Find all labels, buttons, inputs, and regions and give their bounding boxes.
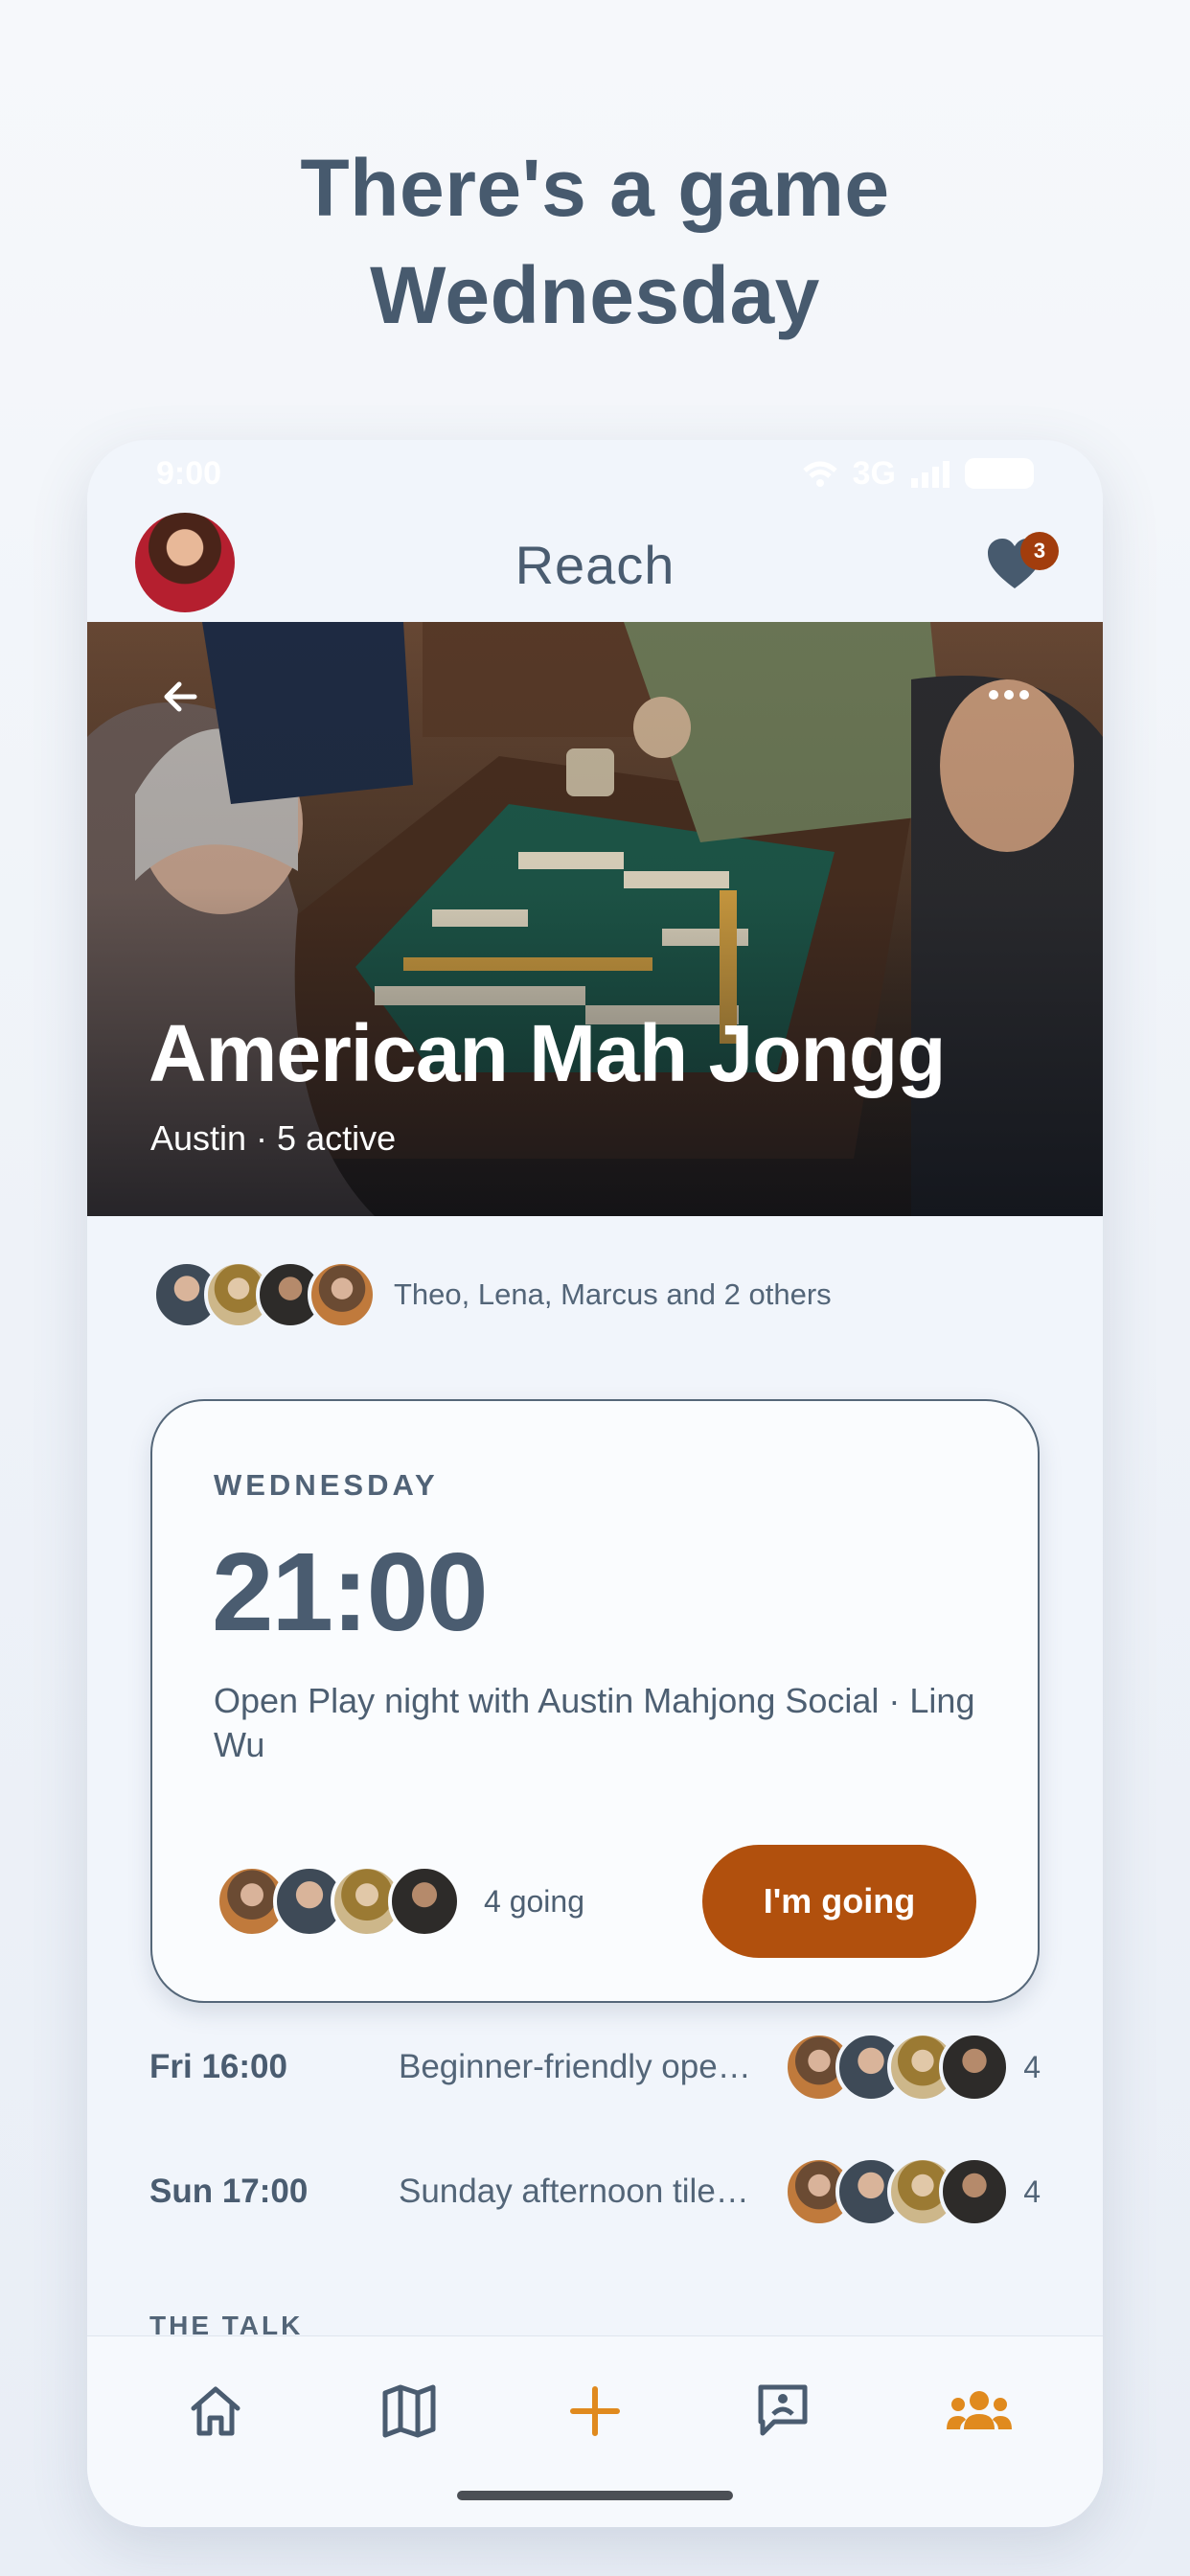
more-horizontal-icon: [989, 690, 1029, 700]
avatar: [939, 2032, 1010, 2103]
event-description: Open Play night with Austin Mahjong Soci…: [214, 1681, 975, 1764]
status-bar: 9:00 3G: [87, 440, 1103, 507]
im-going-button[interactable]: I'm going: [702, 1845, 976, 1958]
more-options-button[interactable]: [984, 678, 1034, 712]
notification-badge: 3: [1020, 532, 1059, 570]
session-attendee-count: 4: [1023, 2049, 1041, 2084]
home-indicator: [457, 2491, 733, 2500]
session-attendee-count: 4: [1023, 2174, 1041, 2209]
group-hero: American Mah Jongg Austin · 5 active: [87, 622, 1103, 1216]
going-count: 4 going: [484, 1883, 584, 1919]
wifi-icon: [802, 461, 837, 487]
tab-groups[interactable]: [945, 2377, 1014, 2446]
tab-messages[interactable]: [748, 2377, 817, 2446]
session-day: Fri 16:00: [149, 2048, 287, 2085]
plus-icon: [570, 2386, 620, 2436]
profile-avatar[interactable]: [135, 513, 235, 612]
member-avatar-stack: [152, 1260, 377, 1329]
headline-line-2: Wednesday: [370, 250, 820, 340]
session-row[interactable]: Fri 16:00 Beginner-friendly ope… 4: [149, 2029, 1041, 2105]
event-time: 21:00: [212, 1530, 489, 1654]
network-type: 3G: [852, 454, 896, 492]
phone-frame: 9:00 3G Reach 3 American Mah Jongg Austi…: [87, 440, 1103, 2527]
back-button[interactable]: [156, 672, 206, 722]
signal-icon: [911, 461, 950, 488]
home-icon: [191, 2386, 240, 2436]
tab-bar: [87, 2335, 1103, 2527]
tab-home[interactable]: [181, 2377, 250, 2446]
chat-icon: [758, 2384, 808, 2436]
avatar: [939, 2156, 1010, 2227]
attendee-avatar-stack: [216, 1865, 461, 1938]
session-avatar-stack: [784, 2156, 1010, 2227]
status-time: 9:00: [156, 454, 222, 492]
members-row[interactable]: Theo, Lena, Marcus and 2 others: [152, 1259, 832, 1330]
session-row[interactable]: Sun 17:00 Sunday afternoon tile… 4: [149, 2153, 1041, 2230]
session-avatar-stack: [784, 2032, 1010, 2103]
next-event-card[interactable]: WEDNESDAY 21:00 Open Play night with Aus…: [150, 1399, 1040, 2003]
battery-icon: [965, 458, 1034, 489]
members-summary: Theo, Lena, Marcus and 2 others: [394, 1277, 832, 1311]
promo-headline: There's a game Wednesday: [0, 134, 1190, 349]
session-title: Sunday afternoon tile…: [399, 2173, 749, 2210]
avatar: [388, 1865, 461, 1938]
group-title: American Mah Jongg: [149, 1008, 946, 1098]
event-footer: 4 going I'm going: [216, 1844, 976, 1959]
session-day: Sun 17:00: [149, 2173, 309, 2210]
tab-create[interactable]: [561, 2377, 629, 2446]
arrow-left-icon: [164, 681, 197, 712]
top-bar: Reach 3: [87, 507, 1103, 622]
group-subtitle: Austin · 5 active: [150, 1118, 397, 1158]
map-icon: [382, 2384, 436, 2438]
event-day: WEDNESDAY: [214, 1468, 439, 1502]
app-logo: Reach: [515, 534, 675, 595]
headline-line-1: There's a game: [300, 143, 890, 233]
status-icons: 3G: [801, 455, 1034, 493]
likes-button[interactable]: 3: [984, 526, 1059, 595]
session-title: Beginner-friendly ope…: [399, 2048, 751, 2085]
tab-map[interactable]: [375, 2377, 444, 2446]
groups-icon: [947, 2391, 1012, 2429]
avatar: [308, 1260, 377, 1329]
